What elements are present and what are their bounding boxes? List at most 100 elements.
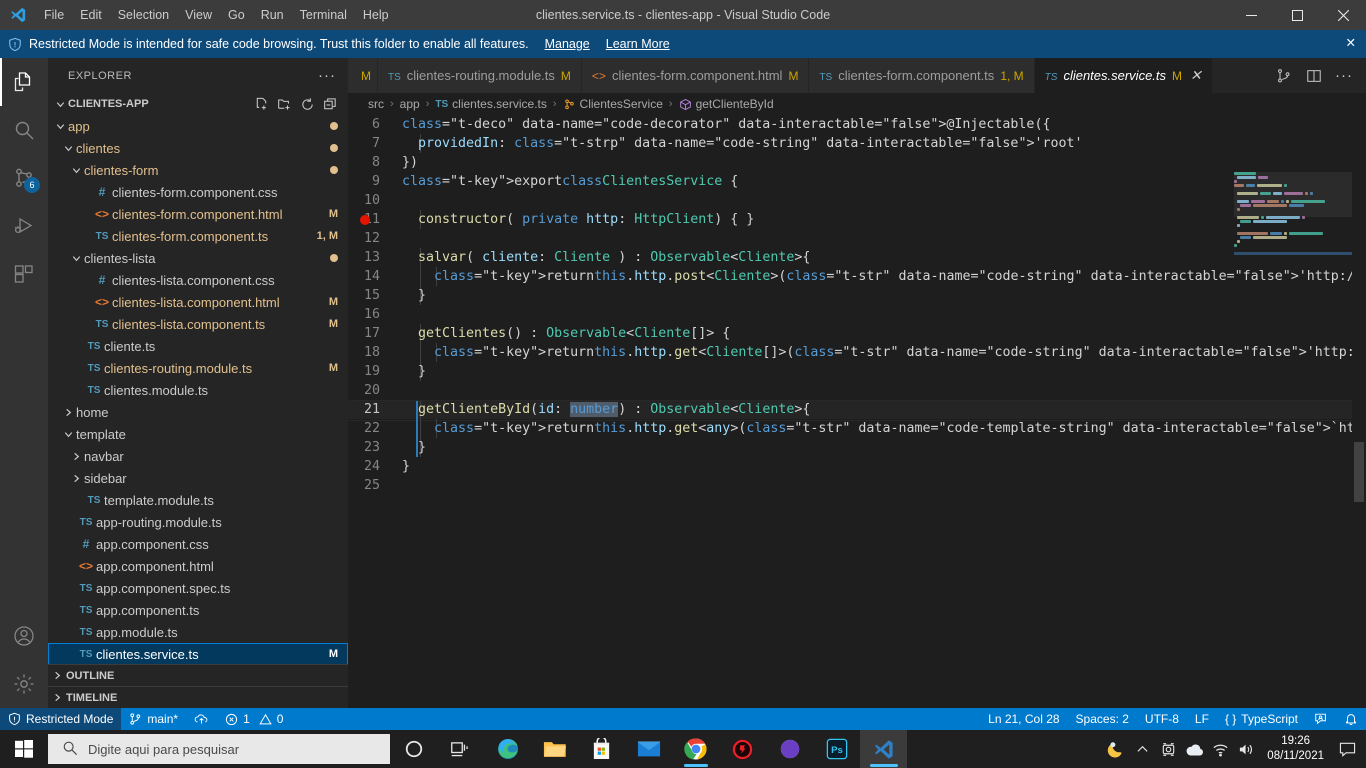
code-line-8[interactable]: 8}) — [348, 153, 1366, 172]
activity-accounts[interactable] — [0, 612, 48, 660]
code-line-14[interactable]: 14 class="t-key">return this. http. post < C… — [348, 267, 1366, 286]
tree-row-clientes[interactable]: clientes — [48, 137, 348, 159]
tree-row-clientes-form-component-ts[interactable]: TS clientes-form.component.ts 1, M — [48, 225, 348, 247]
maximize-button[interactable] — [1274, 0, 1320, 30]
timeline-panel-header[interactable]: TIMELINE — [48, 686, 348, 708]
activity-extensions[interactable] — [0, 250, 48, 298]
status-eol[interactable]: LF — [1187, 708, 1217, 730]
activity-source-control[interactable]: 6 — [0, 154, 48, 202]
menu-file[interactable]: File — [36, 0, 72, 30]
code-line-21[interactable]: 21 getClienteById(id: number) : Observab… — [348, 400, 1366, 421]
wifi-icon[interactable] — [1207, 730, 1233, 768]
status-problems[interactable]: 1 0 — [217, 708, 291, 730]
tree-row-clientes-form-component-html[interactable]: <> clientes-form.component.html M — [48, 203, 348, 225]
tree-row-template[interactable]: template — [48, 423, 348, 445]
chevron-down-icon[interactable] — [68, 165, 84, 176]
code-line-24[interactable]: 24} — [348, 457, 1366, 476]
vscode-icon[interactable] — [860, 730, 907, 768]
chevron-right-icon[interactable] — [68, 473, 84, 484]
breadcrumb-item-clientesservice[interactable]: ClientesService — [563, 97, 663, 111]
mail-icon[interactable] — [625, 730, 672, 768]
status-sync[interactable] — [186, 708, 217, 730]
tree-row-clientes-lista-component-css[interactable]: # clientes-lista.component.css — [48, 269, 348, 291]
windows-start-icon[interactable] — [0, 730, 48, 768]
breadcrumb-item-clientes-service-ts[interactable]: TS clientes.service.ts — [435, 97, 546, 111]
status-cursor-position[interactable]: Ln 21, Col 28 — [980, 708, 1067, 730]
task-view-icon[interactable] — [437, 730, 484, 768]
refresh-icon[interactable] — [297, 94, 317, 114]
activity-settings[interactable] — [0, 660, 48, 708]
chevron-down-icon[interactable] — [60, 143, 76, 154]
tree-row-clientes-lista-component-html[interactable]: <> clientes-lista.component.html M — [48, 291, 348, 313]
code-line-15[interactable]: 15 } — [348, 286, 1366, 305]
code-line-25[interactable]: 25 — [348, 476, 1366, 495]
photoshop-icon[interactable]: Ps — [813, 730, 860, 768]
chevron-down-icon[interactable] — [60, 429, 76, 440]
tree-row-template-module-ts[interactable]: TS template.module.ts — [48, 489, 348, 511]
onedrive-icon[interactable] — [1181, 730, 1207, 768]
editor-scrollbar[interactable] — [1352, 172, 1366, 708]
menu-terminal[interactable]: Terminal — [292, 0, 355, 30]
tree-row-clientes-lista-component-ts[interactable]: TS clientes-lista.component.ts M — [48, 313, 348, 335]
code-line-11[interactable]: 11 constructor( private http: HttpClient… — [348, 210, 1366, 229]
webcam-icon[interactable] — [1155, 730, 1181, 768]
outline-panel-header[interactable]: OUTLINE — [48, 664, 348, 686]
tree-row-app-component-ts[interactable]: TS app.component.ts — [48, 599, 348, 621]
tree-row-clientes-form-component-css[interactable]: # clientes-form.component.css — [48, 181, 348, 203]
activity-explorer[interactable] — [0, 58, 48, 106]
workspace-root-header[interactable]: CLIENTES-APP — [48, 93, 348, 115]
chevron-right-icon[interactable] — [60, 407, 76, 418]
microsoft-store-icon[interactable] — [578, 730, 625, 768]
status-restricted-mode[interactable]: Restricted Mode — [0, 708, 122, 730]
tree-row-cliente-ts[interactable]: TS cliente.ts — [48, 335, 348, 357]
menu-view[interactable]: View — [177, 0, 220, 30]
code-line-10[interactable]: 10 — [348, 191, 1366, 210]
code-line-9[interactable]: 9 class="t-key">export class ClientesServ… — [348, 172, 1366, 191]
tree-row-sidebar[interactable]: sidebar — [48, 467, 348, 489]
taskbar-search-input[interactable]: Digite aqui para pesquisar — [48, 734, 390, 764]
code-line-7[interactable]: 7 providedIn: class="t-strp" data-name="… — [348, 134, 1366, 153]
explorer-more-actions-icon[interactable]: ··· — [318, 67, 336, 84]
close-button[interactable] — [1320, 0, 1366, 30]
tree-row-app-component-css[interactable]: # app.component.css — [48, 533, 348, 555]
code-text-area[interactable]: 6 class="t-deco" data-name="code-decorato… — [348, 115, 1366, 708]
opera-gx-icon[interactable] — [719, 730, 766, 768]
tree-row-clientes-module-ts[interactable]: TS clientes.module.ts — [48, 379, 348, 401]
activity-search[interactable] — [0, 106, 48, 154]
editor-tab-clientes-service-ts[interactable]: TS clientes.service.ts M ✕ — [1034, 58, 1213, 93]
taskbar-clock[interactable]: 19:26 08/11/2021 — [1259, 734, 1332, 764]
unknown-purple-icon[interactable] — [766, 730, 813, 768]
split-editor-icon[interactable] — [1270, 58, 1298, 93]
chevron-right-icon[interactable] — [68, 451, 84, 462]
more-actions-icon[interactable]: ··· — [1330, 58, 1358, 93]
menu-run[interactable]: Run — [253, 0, 292, 30]
chrome-icon[interactable] — [672, 730, 719, 768]
status-language-mode[interactable]: { } TypeScript — [1217, 708, 1306, 730]
editor-tab-clientes-form-component-html[interactable]: <> clientes-form.component.html M — [581, 58, 810, 93]
activity-run-debug[interactable] — [0, 202, 48, 250]
editor-tab-clientes-routing-module-ts[interactable]: TS clientes-routing.module.ts M — [378, 58, 582, 93]
tree-row-app-routing-module-ts[interactable]: TS app-routing.module.ts — [48, 511, 348, 533]
edge-icon[interactable] — [484, 730, 531, 768]
code-line-17[interactable]: 17 getClientes() : Observable<Cliente[]>… — [348, 324, 1366, 343]
tree-row-app-module-ts[interactable]: TS app.module.ts — [48, 621, 348, 643]
chevron-down-icon[interactable] — [68, 253, 84, 264]
code-line-18[interactable]: 18 class="t-key">return this. http. get < Cl… — [348, 343, 1366, 362]
show-hidden-icons-icon[interactable] — [1129, 730, 1155, 768]
manage-trust-link[interactable]: Manage — [545, 37, 590, 51]
status-branch[interactable]: main* — [121, 708, 186, 730]
tree-row-app[interactable]: app — [48, 115, 348, 137]
minimize-button[interactable] — [1228, 0, 1274, 30]
status-indentation[interactable]: Spaces: 2 — [1068, 708, 1137, 730]
chevron-down-icon[interactable] — [52, 121, 68, 132]
night-light-icon[interactable] — [1103, 730, 1129, 768]
cortana-icon[interactable] — [390, 730, 437, 768]
tree-row-clientes-lista[interactable]: clientes-lista — [48, 247, 348, 269]
collapse-all-icon[interactable] — [320, 94, 340, 114]
menu-edit[interactable]: Edit — [72, 0, 110, 30]
code-line-16[interactable]: 16 — [348, 305, 1366, 324]
code-line-13[interactable]: 13 salvar( cliente: Cliente ) : Observab… — [348, 248, 1366, 267]
menu-help[interactable]: Help — [355, 0, 397, 30]
menu-go[interactable]: Go — [220, 0, 253, 30]
status-feedback[interactable] — [1306, 708, 1336, 730]
